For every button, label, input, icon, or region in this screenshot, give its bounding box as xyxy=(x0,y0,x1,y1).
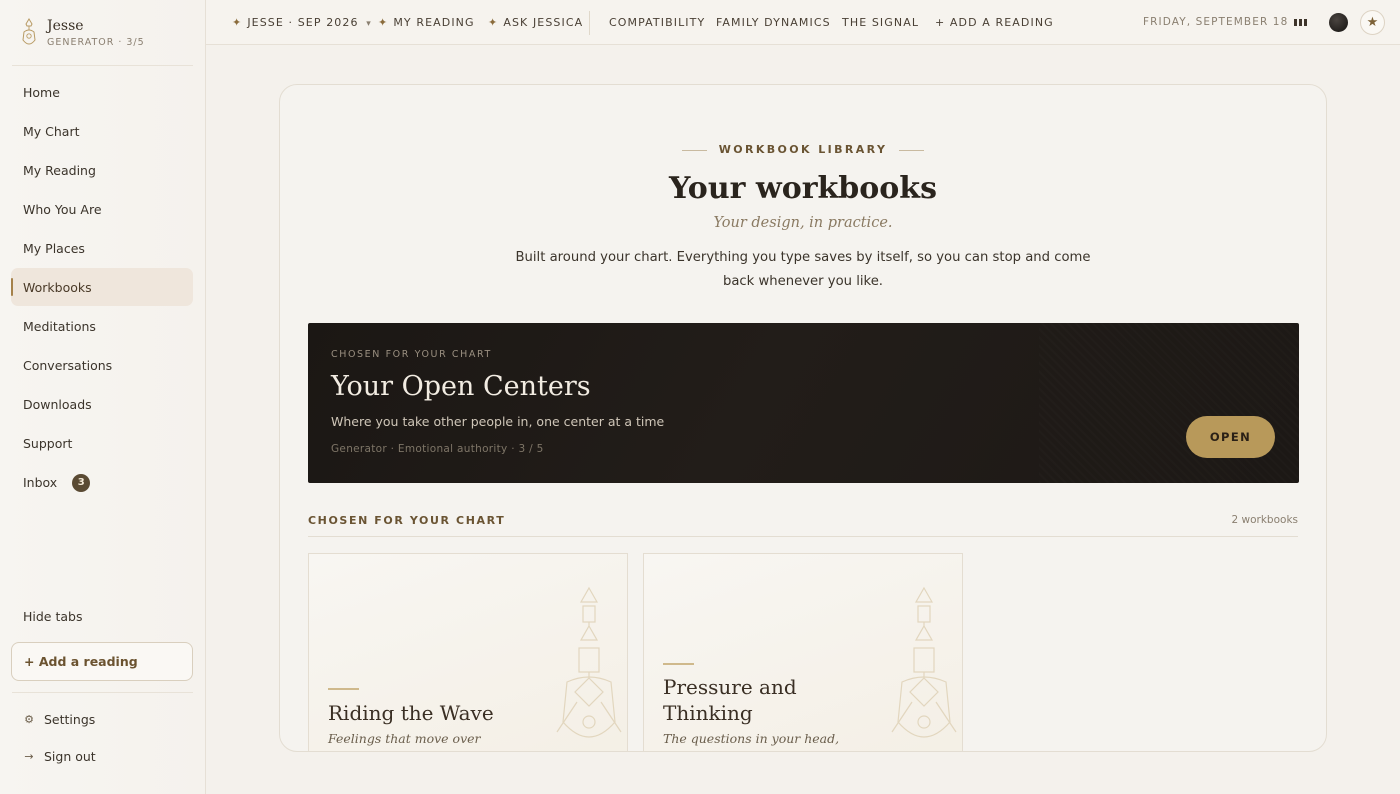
sidebar-nav: Home My Chart My Reading Who You Are My … xyxy=(11,73,193,503)
bodygraph-logo-icon xyxy=(22,18,36,45)
sidebar-item-who-you-are[interactable]: Who You Are xyxy=(11,190,193,228)
add-reading-button[interactable]: + Add a reading xyxy=(11,642,193,681)
favorites-star-icon[interactable]: ★ xyxy=(1360,10,1385,35)
brand[interactable]: Jesse GENERATOR · 3/5 xyxy=(20,18,145,48)
workbook-card[interactable]: Riding the Wave Feelings that move over … xyxy=(308,553,628,751)
sparkle-icon: ✦ xyxy=(378,15,389,29)
sidebar-item-label: My Reading xyxy=(23,162,96,178)
sidebar-item-my-chart[interactable]: My Chart xyxy=(11,112,193,150)
apps-menu-icon[interactable] xyxy=(1294,19,1307,26)
sidebar-item-label: Inbox xyxy=(23,475,58,491)
sidebar-item-my-reading[interactable]: My Reading xyxy=(11,151,193,189)
brand-subtitle: GENERATOR · 3/5 xyxy=(47,37,145,48)
tab-my-reading[interactable]: ✦ MY READING xyxy=(378,16,475,29)
workbook-library-panel: WORKBOOK LIBRARY Your workbooks Your des… xyxy=(279,84,1327,752)
inbox-count-badge: 3 xyxy=(72,473,91,492)
divider xyxy=(12,65,193,66)
card-accent-rule xyxy=(663,663,694,665)
workbook-count: 2 workbooks xyxy=(1231,514,1299,526)
sidebar-item-inbox[interactable]: Inbox 3 xyxy=(11,464,193,502)
featured-workbook-card[interactable]: CHOSEN FOR YOUR CHART Your Open Centers … xyxy=(308,323,1299,483)
bodygraph-illustration-icon xyxy=(556,586,622,738)
open-workbook-button[interactable]: OPEN xyxy=(1186,416,1275,458)
tab-label: MY READING xyxy=(393,15,475,29)
theme-toggle[interactable] xyxy=(1329,13,1348,32)
divider xyxy=(308,536,1298,537)
profile-switcher[interactable]: ✦ JESSE · SEP 2026 ▾ xyxy=(232,16,372,29)
section-heading: CHOSEN FOR YOUR CHART xyxy=(308,514,506,527)
featured-description: Where you take other people in, one cent… xyxy=(331,414,665,429)
featured-title: Your Open Centers xyxy=(331,371,591,402)
sign-out-link[interactable]: → Sign out xyxy=(23,749,96,764)
current-date: FRIDAY, SEPTEMBER 18 xyxy=(1143,16,1289,28)
featured-kicker: CHOSEN FOR YOUR CHART xyxy=(331,349,492,360)
sidebar-item-label: Conversations xyxy=(23,358,113,374)
sidebar-item-label: Home xyxy=(23,84,60,100)
sparkle-icon: ✦ xyxy=(232,15,243,29)
hide-tabs-button[interactable]: Hide tabs xyxy=(23,609,82,624)
sidebar-item-label: My Chart xyxy=(23,123,80,139)
sign-out-label: Sign out xyxy=(44,749,96,764)
card-title: Riding the Wave xyxy=(328,701,494,725)
sidebar-item-support[interactable]: Support xyxy=(11,425,193,463)
page-intro: Built around your chart. Everything you … xyxy=(515,250,1091,289)
brand-name: Jesse xyxy=(47,18,84,34)
sidebar-item-my-places[interactable]: My Places xyxy=(11,229,193,267)
featured-meta: Generator · Emotional authority · 3 / 5 xyxy=(331,443,544,455)
sidebar-item-label: Support xyxy=(23,436,73,452)
tab-the-signal[interactable]: THE SIGNAL xyxy=(842,16,919,29)
page-subtitle: Your design, in practice. xyxy=(713,215,893,231)
settings-link[interactable]: ⚙ Settings xyxy=(23,712,95,727)
sidebar-item-label: Workbooks xyxy=(23,279,92,295)
gear-icon: ⚙ xyxy=(24,713,34,726)
sidebar-item-home[interactable]: Home xyxy=(11,73,193,111)
sidebar: Jesse GENERATOR · 3/5 Home My Chart My R… xyxy=(0,0,206,794)
bodygraph-illustration-icon xyxy=(891,586,957,738)
card-accent-rule xyxy=(328,688,359,690)
tab-add-reading[interactable]: + ADD A READING xyxy=(935,16,1054,29)
sidebar-item-label: My Places xyxy=(23,240,85,256)
tab-compatibility[interactable]: COMPATIBILITY xyxy=(609,16,705,29)
card-description: Feelings that move over time, and xyxy=(328,731,481,746)
chevron-down-icon: ▾ xyxy=(366,18,372,29)
card-description: The questions in your head, and xyxy=(663,731,840,746)
settings-label: Settings xyxy=(44,712,96,727)
card-title: Pressure and Thinking xyxy=(663,675,797,725)
section-kicker: WORKBOOK LIBRARY xyxy=(280,143,1326,156)
tab-label: ASK JESSICA xyxy=(503,15,584,29)
arrow-right-icon: → xyxy=(24,750,34,763)
sidebar-item-label: Downloads xyxy=(23,397,92,413)
sidebar-item-conversations[interactable]: Conversations xyxy=(11,347,193,385)
page-title: Your workbooks xyxy=(669,171,937,206)
tab-ask-jessica[interactable]: ✦ ASK JESSICA xyxy=(488,16,583,29)
tab-family-dynamics[interactable]: FAMILY DYNAMICS xyxy=(716,16,831,29)
divider xyxy=(12,692,193,693)
sidebar-item-label: Meditations xyxy=(23,319,96,335)
sidebar-item-meditations[interactable]: Meditations xyxy=(11,308,193,346)
top-bar: ✦ JESSE · SEP 2026 ▾ ✦ MY READING ✦ ASK JES… xyxy=(206,0,1400,45)
sidebar-item-label: Who You Are xyxy=(23,201,102,217)
profile-label: JESSE · SEP 2026 xyxy=(247,15,359,29)
workbook-card[interactable]: Pressure and Thinking The questions in y… xyxy=(643,553,963,751)
sparkle-icon: ✦ xyxy=(488,15,499,29)
sidebar-item-workbooks[interactable]: Workbooks xyxy=(11,268,193,307)
sidebar-item-downloads[interactable]: Downloads xyxy=(11,386,193,424)
divider xyxy=(589,11,590,35)
